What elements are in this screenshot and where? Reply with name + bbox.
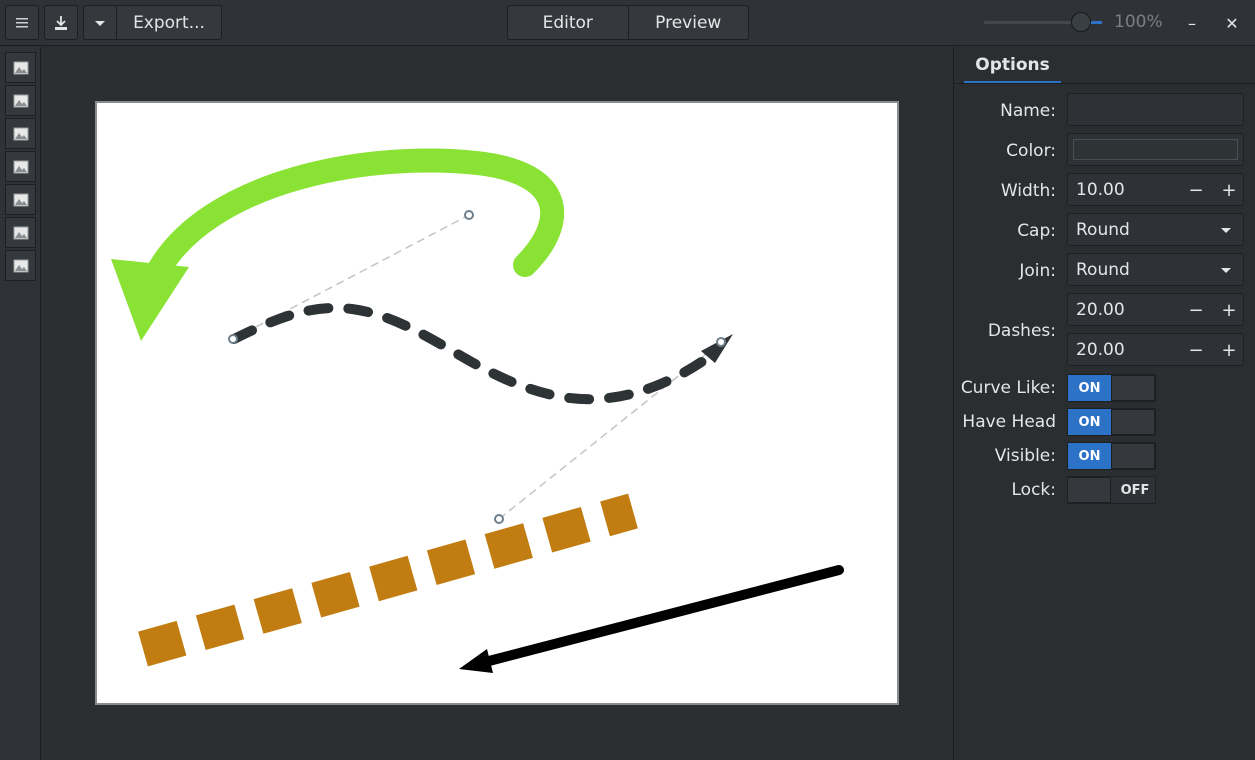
chevron-down-icon [1221, 268, 1231, 273]
width-value: 10.00 [1076, 180, 1125, 200]
join-dropdown[interactable]: Round [1067, 253, 1244, 286]
image-icon [13, 61, 28, 74]
curve-like-label: Curve Like: [960, 378, 1056, 398]
tab-options[interactable]: Options [964, 53, 1061, 84]
hamburger-icon [16, 17, 28, 27]
dash-gap-decrement-button[interactable]: − [1183, 337, 1209, 363]
have-head-label: Have Head [962, 412, 1056, 432]
chevron-down-icon [1221, 228, 1231, 233]
save-button[interactable] [44, 5, 78, 40]
orange-dashed-line-shape[interactable] [138, 493, 638, 667]
header-bar: Export... Editor Preview 100% – ✕ [0, 0, 1255, 46]
tool-button[interactable] [5, 184, 36, 215]
dash-length-increment-button[interactable]: + [1216, 297, 1242, 323]
cap-dropdown[interactable]: Round [1067, 213, 1244, 246]
lock-label: Lock: [1011, 480, 1057, 500]
chevron-down-icon [95, 20, 105, 26]
width-label: Width: [1000, 181, 1056, 201]
tool-button[interactable] [5, 250, 36, 281]
control-point-handle[interactable] [494, 514, 504, 524]
tool-button[interactable] [5, 85, 36, 116]
image-icon [13, 127, 28, 140]
dash-gap-spinbutton[interactable]: 20.00 − + [1067, 333, 1244, 366]
color-swatch [1073, 139, 1238, 160]
close-button[interactable]: ✕ [1217, 8, 1247, 38]
canvas-drawing [111, 148, 844, 673]
visible-switch[interactable]: ON [1067, 442, 1156, 470]
image-icon [13, 193, 28, 206]
curve-like-state: ON [1068, 375, 1111, 401]
zoom-level: 100% [1114, 12, 1163, 32]
join-label: Join: [1019, 261, 1056, 281]
tool-button[interactable] [5, 217, 36, 248]
curve-like-switch[interactable]: ON [1067, 374, 1156, 402]
tool-button[interactable] [5, 52, 36, 83]
menu-button[interactable] [5, 5, 39, 40]
width-increment-button[interactable]: + [1216, 177, 1242, 203]
tab-preview[interactable]: Preview [627, 6, 748, 39]
green-arrow-head[interactable] [111, 259, 189, 341]
color-label: Color: [1006, 141, 1056, 161]
black-arrow-head[interactable] [459, 649, 493, 673]
visible-label: Visible: [994, 446, 1056, 466]
dash-length-spinbutton[interactable]: 20.00 − + [1067, 293, 1244, 326]
name-field[interactable] [1067, 93, 1244, 126]
visible-state: ON [1068, 443, 1111, 469]
options-panel: Options Name: Color: Width: 10.00 − + Ca… [953, 47, 1255, 760]
black-arrow-shape[interactable] [484, 565, 844, 666]
download-icon [55, 15, 67, 30]
export-button[interactable]: Export... [116, 5, 222, 40]
dash-length-decrement-button[interactable]: − [1183, 297, 1209, 323]
dashed-curve-shape[interactable] [229, 303, 722, 405]
control-point-handle[interactable] [228, 334, 238, 344]
view-switcher: Editor Preview [507, 5, 749, 40]
control-point-handle[interactable] [716, 337, 726, 347]
width-decrement-button[interactable]: − [1183, 177, 1209, 203]
lock-state: OFF [1120, 482, 1150, 498]
zoom-slider-handle[interactable] [1071, 12, 1091, 32]
image-icon [13, 160, 28, 173]
cap-value: Round [1076, 220, 1130, 240]
have-head-state: ON [1068, 409, 1111, 435]
dash-length-value: 20.00 [1076, 300, 1125, 320]
drawing-canvas[interactable] [95, 101, 899, 705]
green-arrow-shape[interactable] [145, 148, 565, 285]
control-point-handle[interactable] [464, 210, 474, 220]
cap-label: Cap: [1017, 221, 1056, 241]
export-dropdown-button[interactable] [83, 5, 117, 40]
width-spinbutton[interactable]: 10.00 − + [1067, 173, 1244, 206]
lock-switch[interactable]: OFF [1067, 476, 1156, 504]
join-value: Round [1076, 260, 1130, 280]
image-icon [13, 226, 28, 239]
have-head-switch[interactable]: ON [1067, 408, 1156, 436]
dashes-label: Dashes: [987, 321, 1056, 341]
tool-button[interactable] [5, 118, 36, 149]
canvas-area [42, 47, 952, 760]
dash-gap-value: 20.00 [1076, 340, 1125, 360]
tool-button[interactable] [5, 151, 36, 182]
image-icon [13, 259, 28, 272]
color-button[interactable] [1067, 133, 1244, 166]
dashed-curve-arrowhead[interactable] [701, 334, 733, 363]
image-icon [13, 94, 28, 107]
toolbox [0, 47, 41, 760]
minimize-button[interactable]: – [1177, 8, 1207, 38]
name-label: Name: [1000, 101, 1056, 121]
tab-editor[interactable]: Editor [508, 6, 628, 39]
dash-gap-increment-button[interactable]: + [1216, 337, 1242, 363]
